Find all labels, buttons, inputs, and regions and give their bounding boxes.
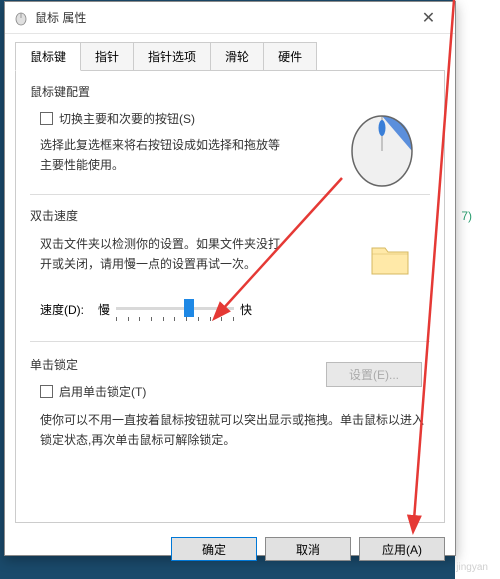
tab-hardware[interactable]: 硬件 — [263, 42, 317, 70]
bg-hint: 7) — [461, 209, 472, 223]
apply-button[interactable]: 应用(A) — [359, 537, 445, 561]
swap-buttons-desc: 选择此复选框来将右按钮设成如选择和拖放等主要性能使用。 — [40, 135, 290, 176]
divider — [30, 341, 430, 342]
speed-slider[interactable] — [116, 297, 234, 323]
close-button[interactable]: ✕ — [406, 4, 451, 32]
divider — [30, 194, 430, 195]
tab-mouse-buttons[interactable]: 鼠标键 — [15, 42, 81, 71]
titlebar: 鼠标 属性 ✕ — [5, 2, 455, 34]
watermark: jingyan — [456, 562, 488, 573]
tab-pointers[interactable]: 指针 — [80, 42, 134, 70]
click-lock-desc: 使你可以不用一直按着鼠标按钮就可以突出显示或拖拽。单击鼠标以进入锁定状态,再次单… — [40, 410, 430, 451]
tab-content: 鼠标键配置 切换主要和次要的按钮(S) 选择此复选框来将右按钮设成如选择和拖放等… — [15, 70, 445, 523]
tab-bar: 鼠标键 指针 指针选项 滑轮 硬件 — [5, 34, 455, 70]
button-config-section: 鼠标键配置 切换主要和次要的按钮(S) 选择此复选框来将右按钮设成如选择和拖放等… — [30, 83, 430, 176]
mouse-properties-dialog: 鼠标 属性 ✕ 鼠标键 指针 指针选项 滑轮 硬件 鼠标键配置 切换主要和次要的… — [4, 1, 456, 556]
speed-label: 速度(D): — [40, 301, 84, 318]
double-click-desc: 双击文件夹以检测你的设置。如果文件夹没打开或关闭，请用慢一点的设置再试一次。 — [40, 234, 290, 275]
tab-pointer-options[interactable]: 指针选项 — [133, 42, 211, 70]
slider-thumb[interactable] — [184, 299, 194, 317]
double-click-section: 双击速度 双击文件夹以检测你的设置。如果文件夹没打开或关闭，请用慢一点的设置再试… — [30, 207, 430, 323]
swap-buttons-checkbox[interactable] — [40, 112, 53, 125]
tab-wheel[interactable]: 滑轮 — [210, 42, 264, 70]
section-title: 鼠标键配置 — [30, 83, 430, 100]
mouse-icon — [13, 10, 29, 26]
ok-button[interactable]: 确定 — [171, 537, 257, 561]
window-title: 鼠标 属性 — [35, 9, 406, 26]
click-lock-section: 单击锁定 启用单击锁定(T) 设置(E)... 使你可以不用一直按着鼠标按钮就可… — [30, 356, 430, 451]
click-lock-checkbox[interactable] — [40, 385, 53, 398]
click-lock-label: 启用单击锁定(T) — [59, 383, 146, 400]
mouse-illustration — [340, 103, 425, 188]
folder-icon[interactable] — [370, 242, 410, 278]
speed-fast-label: 快 — [240, 301, 252, 318]
settings-button: 设置(E)... — [326, 362, 422, 387]
dialog-buttons: 确定 取消 应用(A) — [5, 531, 455, 569]
speed-row: 速度(D): 慢 快 — [40, 297, 430, 323]
speed-slow-label: 慢 — [98, 301, 110, 318]
swap-buttons-label: 切换主要和次要的按钮(S) — [59, 110, 195, 127]
section-title: 双击速度 — [30, 207, 430, 224]
cancel-button[interactable]: 取消 — [265, 537, 351, 561]
